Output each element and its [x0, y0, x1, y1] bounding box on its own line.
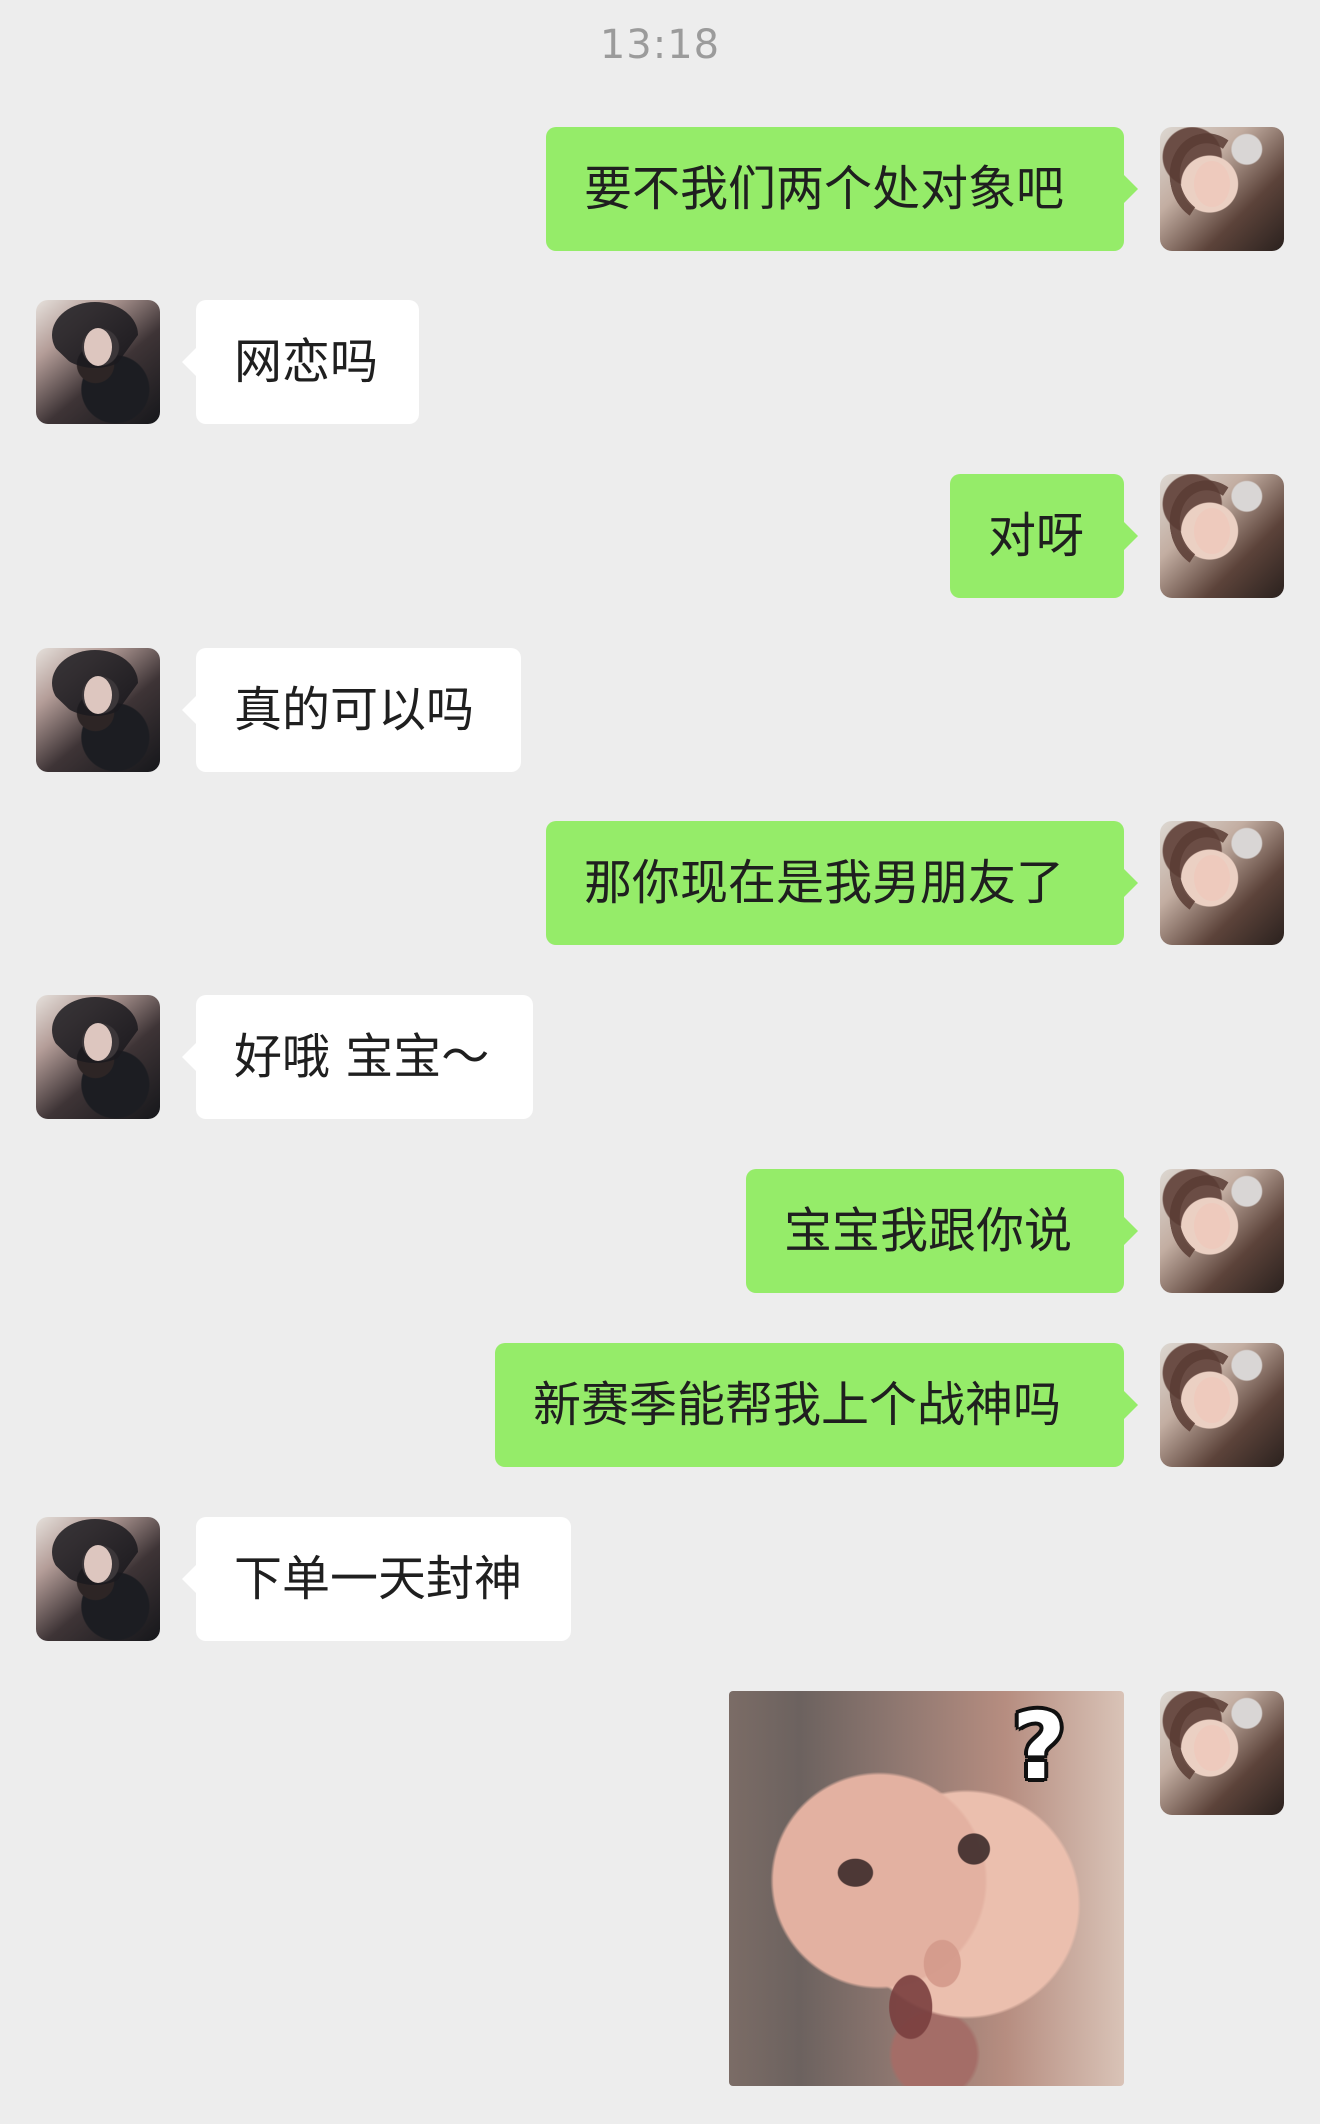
- message-bubble-8[interactable]: 新赛季能帮我上个战神吗: [495, 1343, 1138, 1467]
- sender-avatar[interactable]: [1160, 474, 1284, 598]
- chat-screen: 13:18 要不我们两个处对象吧 网恋吗 对呀 真的可以吗 那你现在是我男朋友了: [0, 0, 1320, 2124]
- message-bubble-6[interactable]: 好哦 宝宝～: [182, 995, 533, 1119]
- sticker-image[interactable]: ?: [729, 1691, 1124, 2086]
- message-bubble-1[interactable]: 要不我们两个处对象吧: [546, 127, 1138, 251]
- message-row-1: 要不我们两个处对象吧: [0, 127, 1320, 251]
- avatar-face: [1194, 1725, 1230, 1771]
- message-bubble-5[interactable]: 那你现在是我男朋友了: [546, 821, 1138, 945]
- message-row-7: 宝宝我跟你说: [0, 1169, 1320, 1293]
- recipient-avatar[interactable]: [36, 1517, 160, 1641]
- sender-avatar[interactable]: [1160, 1169, 1284, 1293]
- message-row-2: 网恋吗: [0, 300, 1320, 424]
- sender-avatar[interactable]: [1160, 1691, 1284, 1815]
- avatar-face: [1194, 161, 1230, 207]
- message-row-6: 好哦 宝宝～: [0, 995, 1320, 1119]
- message-bubble-7[interactable]: 宝宝我跟你说: [746, 1169, 1138, 1293]
- message-row-4: 真的可以吗: [0, 648, 1320, 772]
- message-time: 13:18: [599, 22, 721, 68]
- message-row-3: 对呀: [0, 474, 1320, 598]
- avatar-face: [84, 1023, 112, 1061]
- message-bubble-3[interactable]: 对呀: [950, 474, 1138, 598]
- message-bubble-4[interactable]: 真的可以吗: [182, 648, 521, 772]
- avatar-face: [1194, 1377, 1230, 1423]
- sender-avatar[interactable]: [1160, 1343, 1284, 1467]
- recipient-avatar[interactable]: [36, 648, 160, 772]
- message-row-9: 下单一天封神: [0, 1517, 1320, 1641]
- avatar-face: [84, 676, 112, 714]
- message-bubble-2[interactable]: 网恋吗: [182, 300, 419, 424]
- message-row-5: 那你现在是我男朋友了: [0, 821, 1320, 945]
- question-mark-icon: ?: [1012, 1693, 1066, 1800]
- recipient-avatar[interactable]: [36, 300, 160, 424]
- sender-avatar[interactable]: [1160, 821, 1284, 945]
- avatar-face: [84, 1545, 112, 1583]
- sender-avatar[interactable]: [1160, 127, 1284, 251]
- avatar-face: [1194, 1203, 1230, 1249]
- avatar-face: [84, 328, 112, 366]
- avatar-face: [1194, 855, 1230, 901]
- recipient-avatar[interactable]: [36, 995, 160, 1119]
- message-row-8: 新赛季能帮我上个战神吗: [0, 1343, 1320, 1467]
- message-bubble-9[interactable]: 下单一天封神: [182, 1517, 571, 1641]
- avatar-face: [1194, 508, 1230, 554]
